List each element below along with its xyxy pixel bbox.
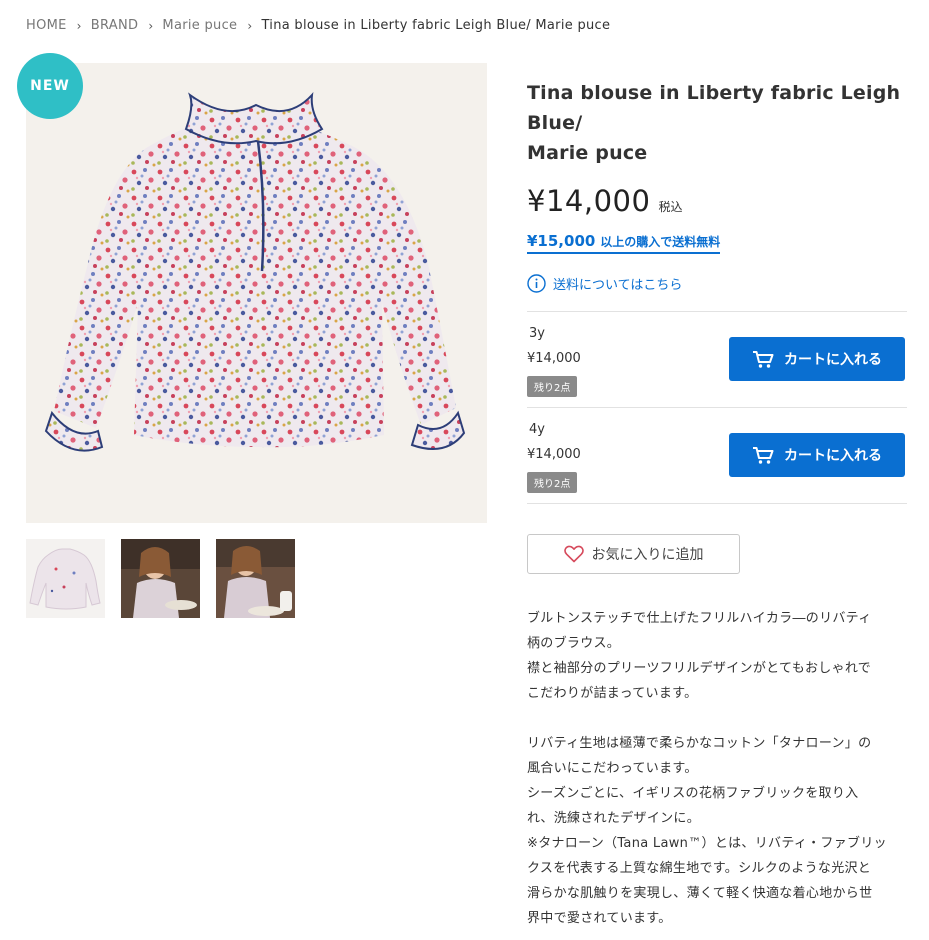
blouse-thumbnail-image: [26, 539, 105, 618]
price-row: ¥14,000 税込: [527, 184, 907, 218]
model-photo-image: [216, 539, 295, 618]
breadcrumb-maker[interactable]: Marie puce: [162, 18, 237, 33]
product-description: ブルトンステッチで仕上げたフリルハイカラ―のリバティ 柄のブラウス。 襟と袖部分…: [527, 606, 907, 931]
variant-price: ¥14,000: [527, 351, 581, 366]
add-to-cart-button[interactable]: カートに入れる: [729, 433, 905, 477]
thumbnail-3[interactable]: [216, 539, 295, 618]
description-line: 滑らかな肌触りを実現し、薄くて軽く快適な着心地から世: [527, 886, 873, 901]
description-line: ブルトンステッチで仕上げたフリルハイカラ―のリバティ: [527, 611, 872, 626]
chevron-right-icon: ›: [148, 18, 154, 33]
description-line: 風合いにこだわっています。: [527, 761, 698, 776]
cart-icon: [753, 350, 774, 368]
description-line: 柄のブラウス。: [527, 636, 621, 651]
free-shipping-text: 以上の購入で送料無料: [600, 235, 721, 249]
add-to-favorites-button[interactable]: お気に入りに追加: [527, 534, 740, 574]
description-line: クスを代表する上質な綿生地です。シルクのような光沢と: [527, 861, 872, 876]
free-shipping-amount: ¥15,000: [527, 232, 596, 250]
tax-label: 税込: [658, 200, 683, 214]
shipping-info-link[interactable]: 送料についてはこちら: [527, 274, 907, 293]
free-shipping-banner: ¥15,000 以上の購入で送料無料: [527, 232, 721, 254]
thumbnail-list: [26, 539, 295, 618]
variant-row: 4y ¥14,000 残り2点 カートに入れる: [527, 408, 907, 504]
cart-icon: [753, 446, 774, 464]
product-info: Tina blouse in Liberty fabric Leigh Blue…: [527, 78, 907, 931]
description-line: 襟と袖部分のプリーツフリルデザインがとてもおしゃれで: [527, 661, 872, 676]
product-main-image[interactable]: [26, 63, 487, 523]
thumbnail-1[interactable]: [26, 539, 105, 618]
description-line: シーズンごとに、イギリスの花柄ファブリックを取り入: [527, 786, 859, 801]
description-line: リバティ生地は極薄で柔らかなコットン「タナローン」の: [527, 736, 872, 751]
description-line: ※タナローン（Tana Lawn™）とは、リバティ・ファブリッ: [527, 836, 887, 851]
stock-badge: 残り2点: [527, 472, 578, 493]
add-to-cart-label: カートに入れる: [784, 352, 882, 368]
new-badge: NEW: [17, 53, 83, 119]
breadcrumb: HOME › BRAND › Marie puce › Tina blouse …: [26, 18, 610, 33]
variant-row: 3y ¥14,000 残り2点 カートに入れる: [527, 312, 907, 408]
variant-size: 4y: [529, 422, 545, 437]
product-price: ¥14,000: [527, 184, 651, 218]
breadcrumb-brand[interactable]: BRAND: [91, 18, 139, 33]
shipping-info-label: 送料についてはこちら: [553, 278, 683, 293]
breadcrumb-home[interactable]: HOME: [26, 18, 67, 33]
description-line: [527, 706, 907, 731]
chevron-right-icon: ›: [76, 18, 82, 33]
add-to-cart-button[interactable]: カートに入れる: [729, 337, 905, 381]
chevron-right-icon: ›: [247, 18, 253, 33]
product-title-line-2: Marie puce: [527, 142, 648, 164]
variant-size: 3y: [529, 326, 545, 341]
add-to-favorites-label: お気に入りに追加: [591, 547, 704, 563]
breadcrumb-current: Tina blouse in Liberty fabric Leigh Blue…: [261, 18, 611, 33]
description-line: こだわりが詰まっています。: [527, 686, 698, 701]
heart-icon: [563, 545, 584, 563]
thumbnail-2[interactable]: [121, 539, 200, 618]
variant-list: 3y ¥14,000 残り2点 カートに入れる 4y ¥14,000 残り2点 …: [527, 311, 907, 504]
description-line: れ、洗練されたデザインに。: [527, 811, 701, 826]
product-title: Tina blouse in Liberty fabric Leigh Blue…: [527, 78, 907, 168]
description-line: 界中で愛されています。: [527, 911, 672, 926]
product-title-line-1: Tina blouse in Liberty fabric Leigh Blue…: [527, 82, 901, 134]
blouse-image: [44, 92, 466, 452]
stock-badge: 残り2点: [527, 376, 578, 397]
add-to-cart-label: カートに入れる: [784, 448, 882, 464]
info-icon: [527, 274, 546, 293]
model-photo-image: [121, 539, 200, 618]
variant-price: ¥14,000: [527, 447, 581, 462]
